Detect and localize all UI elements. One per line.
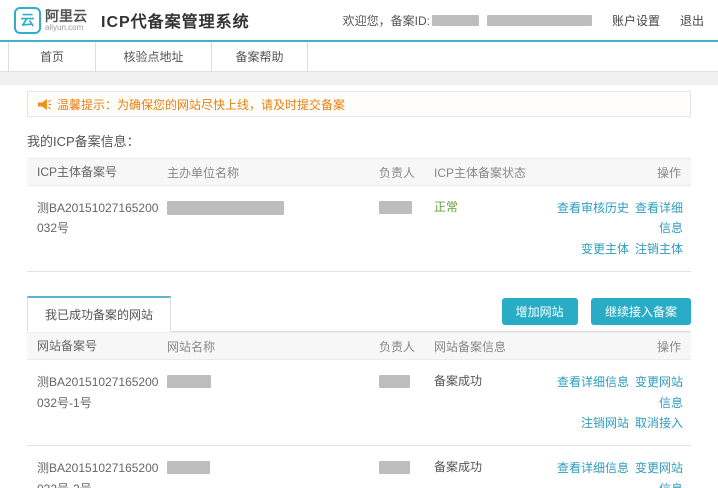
- col-header: 操作: [551, 338, 683, 355]
- view-site-details-link[interactable]: 查看详细信息: [557, 461, 629, 475]
- brand-block: 阿里云 aliyun.com: [45, 9, 87, 32]
- col-header: 主办单位名称: [167, 164, 379, 181]
- welcome-text: 欢迎您，备案ID:: [343, 12, 430, 29]
- view-site-details-link[interactable]: 查看详细信息: [557, 375, 629, 389]
- col-header: 操作: [551, 164, 683, 181]
- site-status: 备案成功: [434, 374, 482, 388]
- tab-successful-sites[interactable]: 我已成功备案的网站: [27, 296, 171, 332]
- site-filing-no: 测BA20151027165200032号-1号: [37, 372, 167, 433]
- sites-table: 网站备案号 网站名称 负责人 网站备案信息 操作 测BA201510271652…: [27, 332, 691, 488]
- subject-table-row: 测BA20151027165200032号 正常 查看审核历史查看详细信息 变更…: [27, 186, 691, 272]
- person-redacted: [379, 461, 410, 474]
- site-status: 备案成功: [434, 460, 482, 474]
- subject-section-title: 我的ICP备案信息：: [27, 131, 691, 150]
- main-nav: 首页 核验点地址 备案帮助: [0, 42, 718, 72]
- nav-item-help[interactable]: 备案帮助: [212, 42, 308, 71]
- site-table-row: 测BA20151027165200032号-2号 备案成功 查看详细信息变更网站…: [27, 446, 691, 488]
- page-title: ICP代备案管理系统: [101, 8, 250, 32]
- site-name-redacted: [167, 461, 210, 474]
- notice-text: 温馨提示：为确保您的网站尽快上线，请及时提交备案: [57, 96, 345, 113]
- site-table-row: 测BA20151027165200032号-1号 备案成功 查看详细信息变更网站…: [27, 360, 691, 446]
- subject-status: 正常: [434, 200, 458, 214]
- view-audit-history-link[interactable]: 查看审核历史: [557, 201, 629, 215]
- col-header: 负责人: [379, 338, 434, 355]
- page-background-band: [0, 72, 718, 85]
- brand-name: 阿里云: [45, 9, 87, 23]
- account-name-redacted: [487, 15, 592, 26]
- site-filing-no: 测BA20151027165200032号-2号: [37, 458, 167, 488]
- change-site-info-link[interactable]: 变更网站信息: [635, 375, 683, 409]
- subject-table: ICP主体备案号 主办单位名称 负责人 ICP主体备案状态 操作 测BA2015…: [27, 158, 691, 272]
- add-site-button[interactable]: 增加网站: [502, 298, 578, 325]
- col-header: 网站备案号: [37, 336, 167, 356]
- notice-bar: 温馨提示：为确保您的网站尽快上线，请及时提交备案: [27, 91, 691, 117]
- col-header: 网站备案信息: [434, 338, 551, 355]
- person-redacted: [379, 375, 410, 388]
- col-header: ICP主体备案号: [37, 162, 167, 182]
- beian-id-redacted: [432, 15, 479, 26]
- continue-access-button[interactable]: 继续接入备案: [591, 298, 691, 325]
- org-name-redacted: [167, 201, 284, 215]
- change-subject-link[interactable]: 变更主体: [581, 242, 629, 256]
- change-site-info-link[interactable]: 变更网站信息: [635, 461, 683, 488]
- site-name-redacted: [167, 375, 211, 388]
- col-header: ICP主体备案状态: [434, 164, 551, 181]
- nav-item-home[interactable]: 首页: [8, 42, 96, 71]
- view-details-link[interactable]: 查看详细信息: [635, 201, 683, 235]
- nav-item-verify-address[interactable]: 核验点地址: [96, 42, 212, 71]
- subject-table-header: ICP主体备案号 主办单位名称 负责人 ICP主体备案状态 操作: [27, 158, 691, 186]
- person-redacted: [379, 201, 412, 214]
- app-header: 云 阿里云 aliyun.com ICP代备案管理系统 欢迎您，备案ID: 账户…: [0, 0, 718, 40]
- sites-tab-row: 我已成功备案的网站 增加网站 继续接入备案: [27, 296, 691, 332]
- aliyun-logo-icon: 云: [14, 7, 41, 34]
- cancel-site-link[interactable]: 注销网站: [581, 416, 629, 430]
- cancel-subject-link[interactable]: 注销主体: [635, 242, 683, 256]
- col-header: 负责人: [379, 164, 434, 181]
- logout-link[interactable]: 退出: [680, 12, 704, 29]
- sites-table-header: 网站备案号 网站名称 负责人 网站备案信息 操作: [27, 332, 691, 360]
- brand-domain: aliyun.com: [45, 24, 87, 32]
- account-settings-link[interactable]: 账户设置: [612, 12, 660, 29]
- subject-filing-no: 测BA20151027165200032号: [37, 198, 167, 259]
- cancel-access-link[interactable]: 取消接入: [635, 416, 683, 430]
- col-header: 网站名称: [167, 338, 379, 355]
- megaphone-icon: [38, 99, 51, 110]
